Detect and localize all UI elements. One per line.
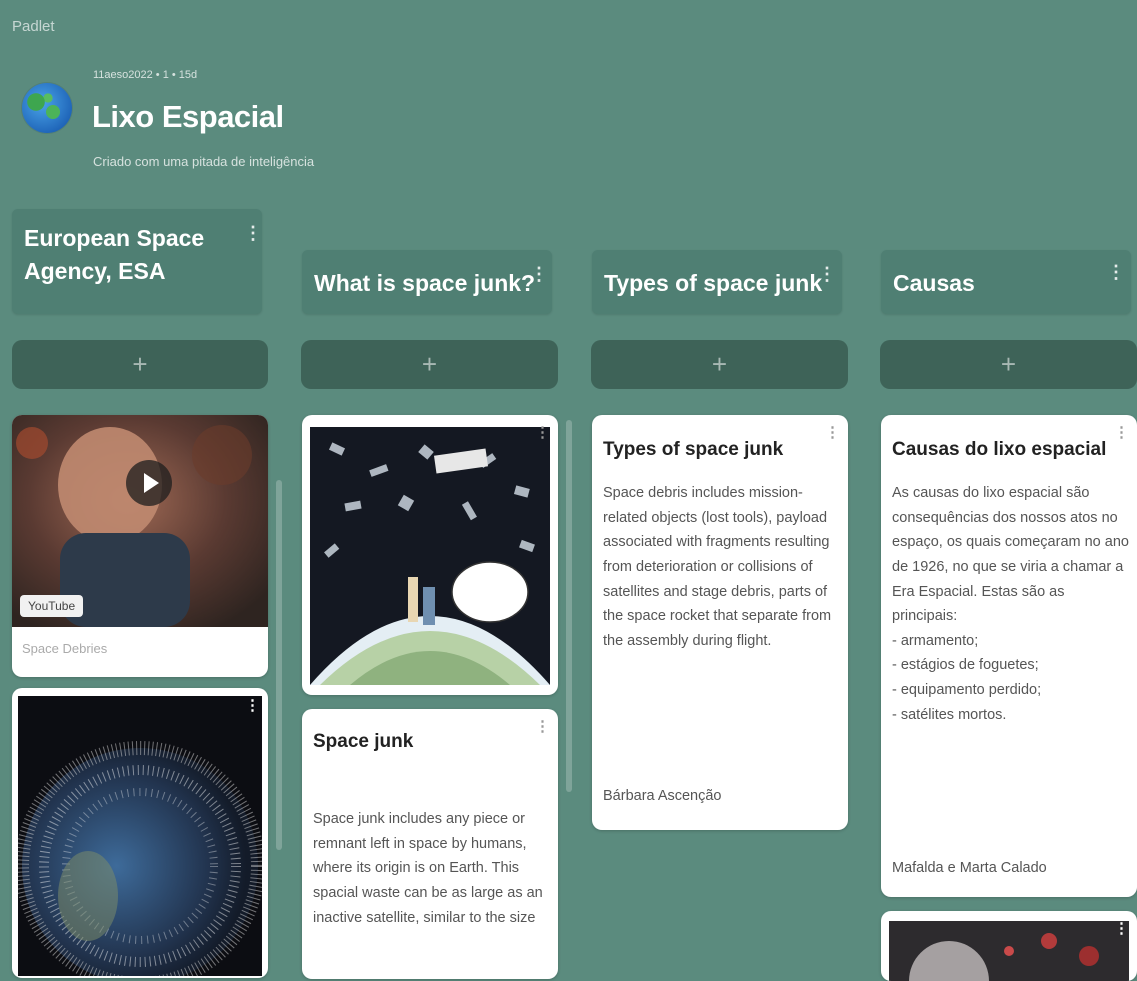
- text-card[interactable]: Space junk Space junk includes any piece…: [302, 709, 558, 979]
- board-title: Lixo Espacial: [92, 99, 284, 134]
- add-post-button[interactable]: +: [880, 340, 1137, 389]
- column-header-types-of-space-junk[interactable]: Types of space junk ⋮: [592, 250, 842, 314]
- column-title: What is space junk?: [314, 270, 536, 296]
- column-header-causas[interactable]: Causas ⋮: [881, 250, 1131, 314]
- add-post-button[interactable]: +: [591, 340, 848, 389]
- column-title: Types of space junk: [604, 270, 823, 296]
- earth-space-debris-image: [18, 696, 262, 976]
- card-title: Types of space junk: [603, 439, 784, 460]
- play-button-icon[interactable]: [126, 460, 172, 506]
- card-title: Space junk: [313, 731, 414, 752]
- column-title: Causas: [893, 270, 975, 296]
- board-subtitle: Criado com uma pitada de inteligência: [93, 154, 315, 169]
- text-card[interactable]: Types of space junk Space debris include…: [592, 415, 848, 830]
- add-post-button[interactable]: +: [301, 340, 558, 389]
- video-source-badge: YouTube: [20, 595, 84, 617]
- column-header-esa[interactable]: European Space Agency, ESA ⋮: [12, 209, 262, 314]
- kebab-menu-icon[interactable]: ⋮: [1107, 262, 1125, 283]
- kebab-menu-icon[interactable]: ⋮: [1114, 423, 1129, 441]
- card-body: As causas do lixo espacial são consequên…: [892, 485, 1129, 723]
- space-debris-image: [889, 921, 1129, 981]
- card-author: Mafalda e Marta Calado: [892, 860, 1047, 876]
- card-author: Bárbara Ascenção: [603, 788, 722, 804]
- image-card[interactable]: ⋮: [12, 688, 268, 978]
- kebab-menu-icon[interactable]: ⋮: [530, 264, 548, 285]
- image-card[interactable]: ⋮: [881, 911, 1137, 981]
- kebab-menu-icon[interactable]: ⋮: [535, 717, 550, 735]
- text-card[interactable]: Causas do lixo espacial As causas do lix…: [881, 415, 1137, 897]
- kebab-menu-icon[interactable]: ⋮: [818, 264, 836, 285]
- kebab-menu-icon[interactable]: ⋮: [825, 423, 840, 441]
- card-title: Causas do lixo espacial: [892, 439, 1107, 460]
- column-scrollbar[interactable]: [276, 480, 282, 850]
- kebab-menu-icon[interactable]: ⋮: [535, 423, 550, 441]
- board-meta: 11aeso2022 • 1 • 15d: [93, 69, 198, 81]
- space-junk-cartoon-image: [310, 427, 550, 685]
- video-card[interactable]: YouTube Space Debries: [12, 415, 268, 677]
- kebab-menu-icon[interactable]: ⋮: [244, 223, 262, 244]
- video-caption: Space Debries: [22, 641, 108, 656]
- card-body: Space junk includes any piece or remnant…: [313, 811, 543, 926]
- column-title: European Space Agency, ESA: [24, 225, 205, 285]
- earth-globe-icon: [22, 83, 72, 133]
- column-scrollbar[interactable]: [566, 420, 572, 792]
- kebab-menu-icon[interactable]: ⋮: [1114, 919, 1129, 937]
- card-body: Space debris includes mission-related ob…: [603, 485, 832, 649]
- column-header-what-is-space-junk[interactable]: What is space junk? ⋮: [302, 250, 552, 314]
- brand-logo[interactable]: Padlet: [12, 18, 55, 35]
- kebab-menu-icon[interactable]: ⋮: [245, 696, 260, 714]
- cartoon-image-card[interactable]: ⋮: [302, 415, 558, 695]
- add-post-button[interactable]: +: [12, 340, 268, 389]
